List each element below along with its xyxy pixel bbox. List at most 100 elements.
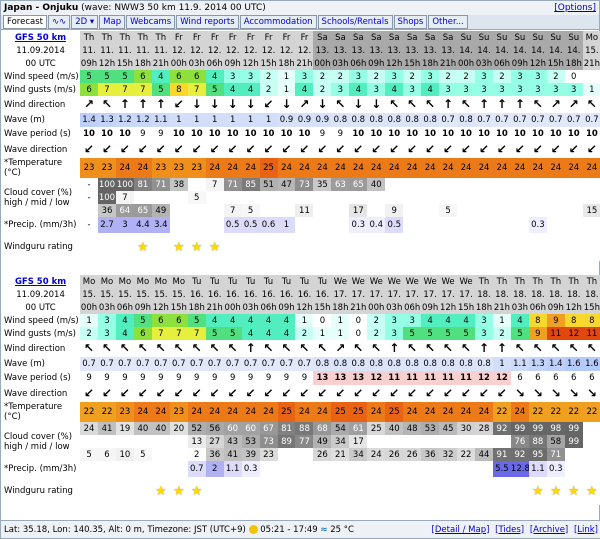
temp-label-text: *Temperature (°C) <box>4 158 63 178</box>
cloud-cover-cell <box>439 435 458 448</box>
header-hours-cell: 21h <box>151 57 170 70</box>
tab-accommodation[interactable]: Accommodation <box>239 15 317 29</box>
gusts-cell: 4 <box>421 83 440 96</box>
temp-cell: 24 <box>241 402 260 422</box>
cloud-cover-cell <box>313 191 332 204</box>
temp-cell: 25 <box>277 402 296 422</box>
dir-cell: ↖ <box>115 340 134 357</box>
precip-cell: 1.1 <box>223 461 242 477</box>
header-days-cell: Su <box>510 31 529 44</box>
temp-label: *Temperature (°C) <box>1 158 81 178</box>
wdir-label-text: Wave direction <box>4 144 68 155</box>
gusts-cell: 3 <box>492 83 511 96</box>
period-cell: 9 <box>151 371 170 385</box>
cloud-label-text: Cloud cover (%) high / mid / low <box>4 431 73 452</box>
header-days-cell: Th <box>492 275 511 288</box>
rating-cell <box>385 477 404 505</box>
gusts-cell: 4 <box>241 327 260 340</box>
gusts-cell: 3 <box>98 327 116 340</box>
wave-cell: 0.7 <box>564 113 583 127</box>
menu-bar: Forecast ∿∿ 2D ▾ Map Webcams Wind report… <box>1 15 599 30</box>
tab-webcams[interactable]: Webcams <box>126 15 176 29</box>
cloud-cover-cell: 61 <box>349 422 368 435</box>
rating-cell <box>241 477 260 505</box>
header-hours-cell: 21h <box>439 57 458 70</box>
tab-shops[interactable]: Shops <box>393 15 428 29</box>
temp-cell: 24 <box>295 402 314 422</box>
precip-cell <box>331 461 350 477</box>
wave-cell: 0.7 <box>205 357 224 371</box>
model-link[interactable]: GFS 50 km <box>1 31 81 44</box>
wave-cell: 0.7 <box>277 357 296 371</box>
model-link[interactable]: GFS 50 km <box>1 275 81 288</box>
header-dates-cell: 14. <box>546 44 565 57</box>
sun-icon <box>248 524 258 534</box>
header-hours-cell: 00h <box>313 57 332 70</box>
detail-map-link[interactable]: [Detail / Map] <box>432 525 490 535</box>
speed-cell: 3 <box>528 70 547 83</box>
link-link[interactable]: [Link] <box>574 525 598 535</box>
graph-icon[interactable]: ∿∿ <box>47 15 71 29</box>
wave-cell: 0.8 <box>385 357 404 371</box>
tab-wind-reports[interactable]: Wind reports <box>176 15 239 29</box>
header-hours-cell: 21h <box>582 57 600 70</box>
dir-cell: ↖ <box>259 340 278 357</box>
header-dates-cell: 17. <box>403 288 422 301</box>
wave-cell: 0.9 <box>295 113 314 127</box>
temp-cell: 23 <box>115 402 134 422</box>
tab-other[interactable]: Other... <box>428 15 468 29</box>
speed-cell: 4 <box>205 314 224 327</box>
tides-link[interactable]: [Tides] <box>495 525 524 535</box>
speed-cell: 8 <box>582 314 600 327</box>
gusts-label: Wind gusts (m/s) <box>1 83 81 96</box>
tab-schools-rentals[interactable]: Schools/Rentals <box>317 15 393 29</box>
archive-link[interactable]: [Archive] <box>530 525 568 535</box>
speed-label-text: Wind speed (m/s) <box>4 71 79 82</box>
gusts-cell: 4 <box>295 83 314 96</box>
wdir-label: Wave direction <box>1 141 81 158</box>
rating-cell <box>367 477 386 505</box>
header-dates-cell: 16. <box>205 288 224 301</box>
dir-cell: ↖ <box>205 340 224 357</box>
dir-cell: ↖ <box>98 340 116 357</box>
dir-cell: ↖ <box>349 340 368 357</box>
tab-2d[interactable]: 2D ▾ <box>71 15 99 29</box>
cloud-cover-cell: 71 <box>546 448 565 461</box>
dir-cell: ↑ <box>475 96 493 113</box>
cloud-cover-cell <box>169 191 188 204</box>
header-days-cell: We <box>403 275 422 288</box>
dir-cell: ↗ <box>546 96 565 113</box>
wave-cell: 0.8 <box>313 357 332 371</box>
period-cell: 9 <box>133 127 152 141</box>
gusts-cell: 2 <box>295 327 314 340</box>
period-cell: 9 <box>187 371 206 385</box>
precip-cell: 0.7 <box>187 461 206 477</box>
cloud-cover-cell: 26 <box>385 448 404 461</box>
wave-cell: 0.7 <box>223 357 242 371</box>
options-link[interactable]: [Options] <box>554 3 596 13</box>
temp-cell: 22 <box>98 402 116 422</box>
header-dates-cell: 13. <box>331 44 350 57</box>
rating-cell <box>367 233 386 261</box>
gusts-cell: 7 <box>187 83 206 96</box>
period-label: Wave period (s) <box>1 127 81 141</box>
precip-cell <box>169 461 188 477</box>
wave-cell: 0.7 <box>98 357 116 371</box>
tab-map[interactable]: Map <box>99 15 126 29</box>
dir-cell: ↑ <box>439 96 458 113</box>
cloud-cover-cell <box>439 191 458 204</box>
gusts-cell: 5 <box>457 327 476 340</box>
wdir-cell: ↙ <box>151 141 170 158</box>
header-days-cell: Mo <box>582 31 600 44</box>
cloud-cover-cell <box>528 204 547 217</box>
wave-cell: 1.3 <box>98 113 116 127</box>
header-days-cell: We <box>331 275 350 288</box>
cloud-cover-cell: 15 <box>582 204 600 217</box>
wdir-cell: ↙ <box>151 385 170 402</box>
temp-cell: 24 <box>223 158 242 178</box>
tab-forecast[interactable]: Forecast <box>3 15 47 29</box>
header-dates-cell: 18. <box>492 288 511 301</box>
wdir-cell: ↘ <box>510 385 529 402</box>
gusts-cell: 1 <box>277 83 296 96</box>
rating-cell <box>98 233 116 261</box>
